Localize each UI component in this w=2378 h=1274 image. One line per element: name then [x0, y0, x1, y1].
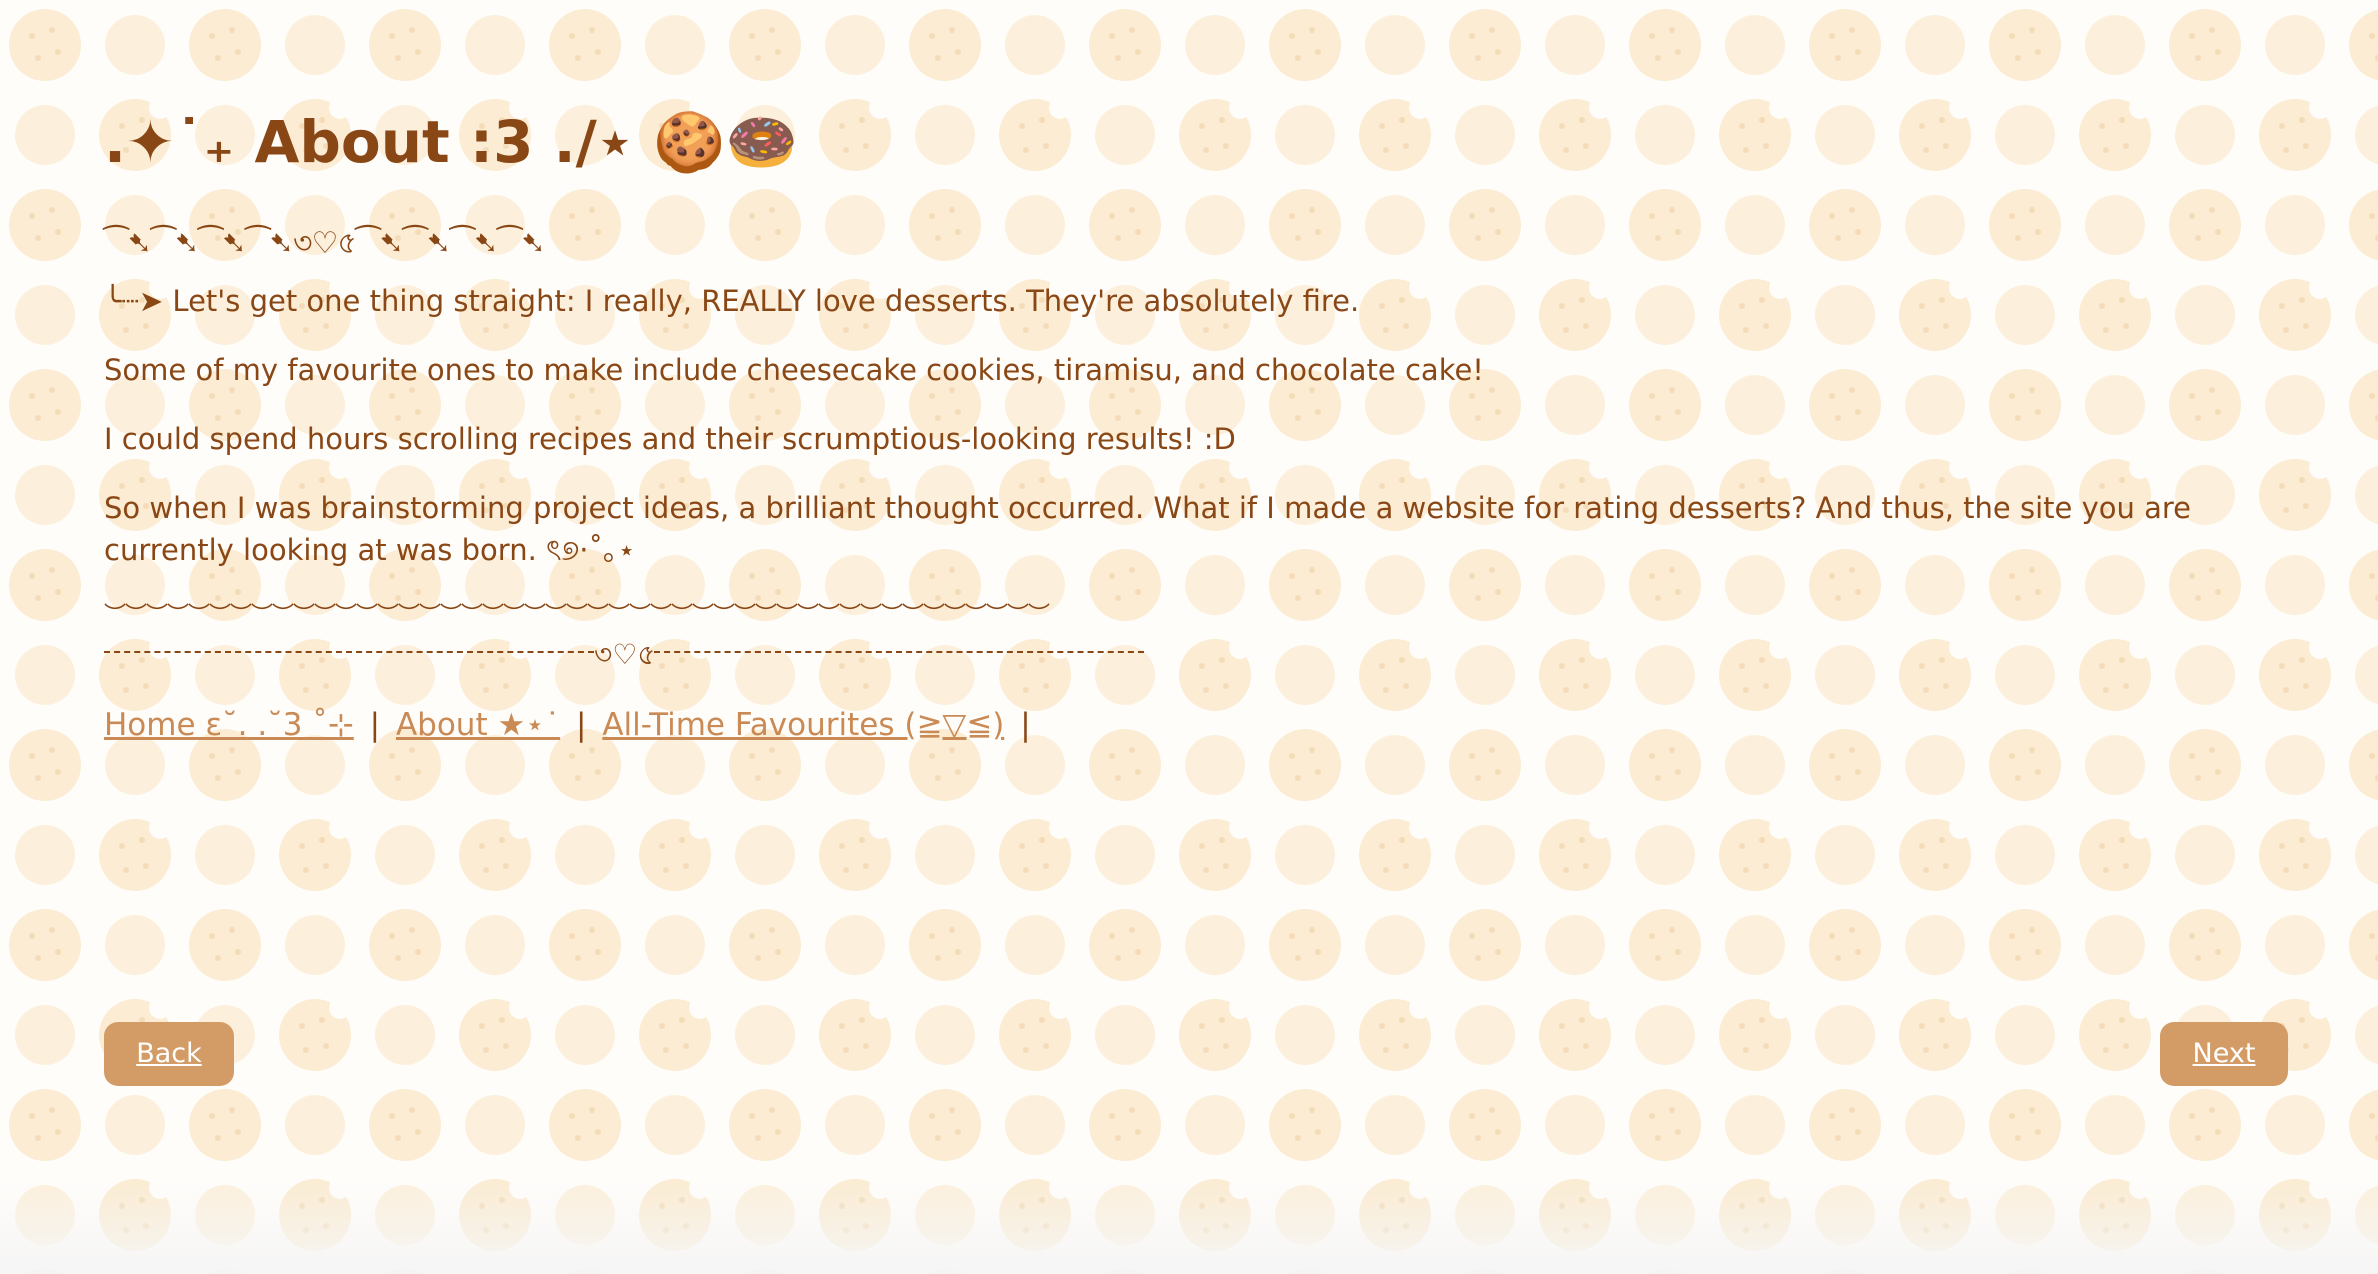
nav-link-home[interactable]: Home ɛ˘. .˘3 ˚⊹ [104, 707, 354, 743]
nav-link-favourites[interactable]: All-Time Favourites (≧▽≦) [602, 707, 1004, 743]
back-button[interactable]: Back [104, 1022, 234, 1086]
dotted-line-left [104, 651, 594, 653]
about-paragraph-3: I could spend hours scrolling recipes an… [104, 422, 1236, 456]
about-paragraph-4: So when I was brainstorming project idea… [104, 491, 2191, 567]
heart-divider: ⁀➷⁀➷⁀➷⁀➷৩♡৫⁀➷⁀➷⁀➷⁀➷ [104, 226, 546, 261]
nav-separator: | [576, 707, 587, 743]
nav-link-about[interactable]: About ★⋆˙ [396, 707, 560, 743]
page-title: .✦˙₊ About :3 ./⋆ 🍪🍩 [104, 108, 798, 176]
bottom-fade [0, 1180, 2378, 1274]
nav-separator: | [1020, 707, 1031, 743]
dotted-line-right [654, 651, 1144, 653]
heart-icon: ৩♡৫ [594, 638, 656, 671]
about-content: .✦˙₊ About :3 ./⋆ 🍪🍩 ⁀➷⁀➷⁀➷⁀➷৩♡৫⁀➷⁀➷⁀➷⁀➷… [104, 100, 2304, 747]
about-paragraph-1: ╰┈➤ Let's get one thing straight: I real… [104, 284, 1360, 318]
dotted-heart-divider: ৩♡৫ [104, 637, 1144, 677]
about-paragraph-2: Some of my favourite ones to make includ… [104, 353, 1484, 387]
next-button[interactable]: Next [2160, 1022, 2288, 1086]
nav-separator: | [369, 707, 381, 743]
scallop-divider: ︶︶︶︶︶︶︶︶︶︶︶︶︶︶︶︶︶︶︶︶︶︶︶︶︶︶︶︶︶︶︶︶︶︶︶︶︶︶︶︶… [104, 603, 1050, 628]
site-nav: Home ɛ˘. .˘3 ˚⊹ | About ★⋆˙ | All-Time F… [104, 703, 2304, 747]
